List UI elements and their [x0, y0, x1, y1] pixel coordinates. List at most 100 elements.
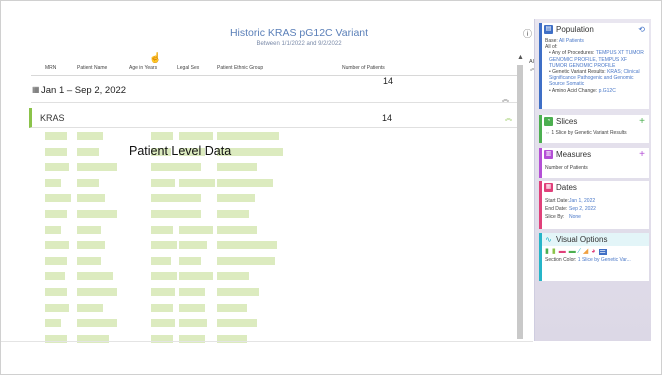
section-color-value[interactable]: 1 Slice by Genetic Var...: [578, 257, 631, 263]
horizontal-bar-icon[interactable]: ▬: [569, 248, 576, 255]
data-placeholder-bar: [77, 288, 117, 296]
col-number-of-patients[interactable]: Number of Patients: [342, 65, 385, 75]
amino-acid-value[interactable]: p.G12C: [599, 88, 616, 94]
pie-chart-icon[interactable]: ◕: [591, 248, 595, 255]
data-placeholder-bar: [151, 303, 173, 312]
data-placeholder-bar: [77, 163, 117, 172]
data-placeholder-bar: [45, 194, 71, 203]
area-chart-icon[interactable]: ◢: [583, 248, 588, 255]
data-placeholder-bar: [179, 319, 207, 328]
add-slice-icon[interactable]: +: [639, 115, 645, 128]
measures-summary[interactable]: Number of Patients: [545, 165, 588, 171]
procedures-label: Any of Procedures:: [551, 50, 595, 57]
kras-group-row[interactable]: KRAS 14 ︽: [29, 108, 521, 128]
data-placeholder-bar: [151, 272, 177, 281]
visual-options-title: Visual Options: [556, 235, 608, 244]
app-window: Historic KRAS pG12C Variant Between 1/1/…: [0, 0, 662, 375]
data-placeholder-bar: [179, 178, 215, 187]
col-ethnic-group[interactable]: Patient Ethnic Group: [217, 65, 263, 75]
data-placeholder-bar: [179, 210, 201, 218]
slices-summary[interactable]: 1 Slice by Genetic Variant Results: [551, 130, 626, 136]
data-placeholder-bar: [151, 132, 173, 140]
data-placeholder-bar: [217, 319, 257, 328]
data-placeholder-bar: [77, 303, 103, 312]
data-placeholder-bar: [179, 303, 205, 312]
data-placeholder-bar: [151, 178, 175, 187]
report-subtitle: Between 1/1/2022 and 9/2/2022: [256, 41, 342, 47]
population-base-value[interactable]: All Patients: [559, 38, 584, 44]
data-placeholder-bar: [179, 132, 213, 140]
line-chart-icon[interactable]: ∕: [579, 248, 580, 255]
table-view-icon[interactable]: ☰: [598, 248, 607, 256]
data-placeholder-bar: [77, 147, 99, 156]
scroll-up-icon[interactable]: ▲: [517, 54, 524, 61]
data-placeholder-bar: [77, 178, 99, 187]
scrollbar[interactable]: [517, 65, 523, 339]
add-measure-icon[interactable]: +: [639, 148, 645, 161]
dates-card[interactable]: ▦ Dates Start Date: Jan 1, 2022 End Date:…: [539, 181, 649, 229]
hand-cursor-icon: ☝: [149, 53, 162, 64]
data-placeholder-bar: [151, 241, 177, 250]
amino-acid-label: Amino Acid Change:: [551, 87, 598, 94]
data-placeholder-bar: [151, 194, 179, 203]
report-panel: Historic KRAS pG12C Variant Between 1/1/…: [29, 21, 537, 343]
bar-chart-icon[interactable]: ▮: [545, 248, 549, 255]
grouped-bar-icon[interactable]: ▮: [552, 248, 556, 255]
data-placeholder-bar: [45, 225, 61, 234]
col-age[interactable]: Age in Years: [129, 65, 157, 75]
data-placeholder-bar: [217, 303, 247, 312]
date-collapse-icon[interactable]: ︽: [502, 96, 509, 103]
data-placeholder-bar: [77, 241, 105, 250]
data-placeholder-bar: [217, 132, 279, 140]
bottom-divider: [1, 341, 533, 342]
measures-card[interactable]: ▥ Measures + Number of Patients: [539, 148, 649, 178]
patient-level-data-label: Patient Level Data: [129, 144, 232, 158]
header-divider: [31, 75, 521, 76]
data-placeholder-bar: [77, 132, 103, 140]
population-base-label: Base:: [545, 38, 558, 44]
data-placeholder-bar: [179, 194, 201, 203]
visual-options-card[interactable]: ∿ Visual Options ▮ ▮ ▬ ▬ ∕ ◢ ◕ ☰ Section…: [539, 233, 649, 281]
calendar-icon: ▦: [32, 85, 40, 94]
data-placeholder-bar: [77, 194, 105, 203]
data-placeholder-bar: [217, 178, 273, 187]
data-placeholder-bar: [217, 163, 257, 172]
end-date-value[interactable]: Sep 2, 2022: [569, 205, 596, 213]
start-date-value[interactable]: Jan 1, 2022: [569, 197, 595, 205]
dates-icon: ▦: [544, 183, 553, 192]
stacked-bar-icon[interactable]: ▬: [559, 248, 566, 255]
population-refresh-icon[interactable]: ⟲: [638, 23, 645, 36]
sidebar: ▤ Population ⟲ Base: All Patients All of…: [534, 19, 651, 341]
date-group-row[interactable]: ▦ Jan 1 – Sep 2, 2022 14 ︽: [31, 76, 521, 103]
data-placeholder-bar: [45, 272, 65, 281]
col-patient-name[interactable]: Patient Name: [77, 65, 107, 75]
data-placeholder-bar: [45, 303, 69, 312]
visual-options-icon: ∿: [545, 235, 552, 244]
slice-by-label: Slice By:: [545, 214, 565, 220]
slices-card[interactable]: ◔ Slices + ⇔ 1 Slice by Genetic Variant …: [539, 115, 649, 143]
data-placeholder-bar: [179, 241, 207, 250]
population-card[interactable]: ▤ Population ⟲ Base: All Patients All of…: [539, 23, 649, 109]
kras-collapse-icon[interactable]: ︽: [505, 115, 512, 122]
measures-title: Measures: [556, 150, 592, 159]
data-placeholder-bar: [45, 147, 67, 156]
data-placeholder-bar: [217, 210, 249, 218]
date-group-label: Jan 1 – Sep 2, 2022: [41, 85, 127, 96]
kras-group-label: KRAS: [40, 113, 65, 123]
data-placeholder-bar: [45, 210, 67, 218]
data-placeholder-bar: [45, 132, 67, 140]
col-legal-sex[interactable]: Legal Sex: [177, 65, 199, 75]
report-title: Historic KRAS pG12C Variant: [229, 27, 369, 39]
data-placeholder-bar: [151, 210, 181, 218]
help-icon[interactable]: ⓘ: [523, 27, 532, 40]
data-placeholder-bar: [77, 225, 101, 234]
slice-by-value[interactable]: None: [569, 213, 581, 221]
data-placeholder-bar: [45, 256, 67, 265]
col-mrn[interactable]: MRN: [45, 65, 56, 75]
data-placeholder-bar: [179, 288, 205, 296]
data-placeholder-bar: [179, 256, 201, 265]
data-placeholder-bar: [151, 225, 173, 234]
data-placeholder-bar: [179, 225, 213, 234]
end-date-label: End Date:: [545, 206, 568, 212]
population-icon: ▤: [544, 25, 553, 34]
